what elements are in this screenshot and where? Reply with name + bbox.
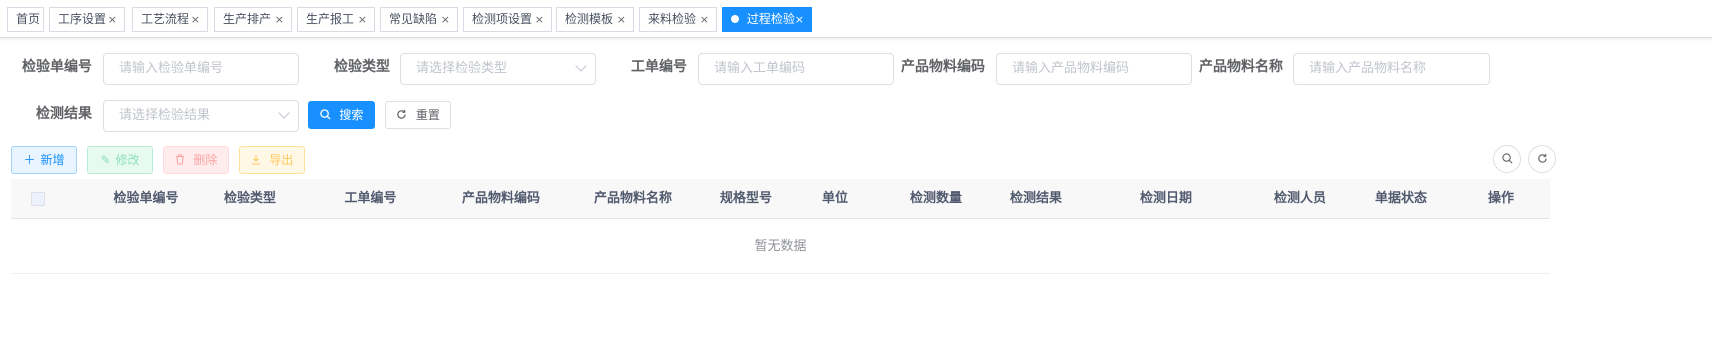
work-order-label: 工单编号 [631, 59, 687, 75]
refresh-button[interactable] [1528, 145, 1556, 173]
close-icon[interactable]: × [108, 8, 117, 31]
add-button[interactable]: ＋ 新增 [11, 146, 77, 174]
add-button-label: 新增 [40, 153, 65, 167]
empty-text: 暂无数据 [754, 239, 807, 254]
result-placeholder: 请选择检验结果 [119, 108, 211, 123]
trash-icon [175, 153, 189, 167]
search-icon [1501, 153, 1512, 164]
tag-label: 过程检验 [746, 12, 795, 26]
tag-routing[interactable]: 工艺流程 × [132, 7, 208, 32]
edit-button-label: 修改 [115, 153, 140, 167]
chevron-down-icon [278, 107, 290, 119]
search-icon [319, 108, 335, 122]
column-header: 单据状态 [1374, 191, 1427, 206]
reset-button-label: 重置 [415, 108, 440, 122]
column-header: 检测结果 [1009, 191, 1062, 206]
column-header: 检验单编号 [113, 191, 179, 206]
column-header: 单位 [821, 191, 848, 206]
chevron-down-icon [575, 60, 587, 72]
close-icon[interactable]: × [191, 8, 200, 31]
column-header: 产品物料编码 [461, 191, 540, 206]
edit-icon: ✎ [100, 153, 111, 167]
work-order-input[interactable]: 请输入工单编码 [698, 53, 894, 85]
column-header: 工单编号 [344, 191, 397, 206]
select-all-checkbox[interactable] [31, 192, 45, 206]
tag-defects[interactable]: 常见缺陷 × [380, 7, 458, 32]
inspection-type-select[interactable]: 请选择检验类型 [400, 53, 596, 85]
refresh-icon [1537, 153, 1547, 163]
tag-iqc[interactable]: 来料检验 × [639, 7, 717, 32]
tag-process-settings[interactable]: 工序设置 × [49, 7, 125, 32]
close-icon[interactable]: × [275, 8, 284, 31]
tag-feedback[interactable]: 生产报工 × [297, 7, 375, 32]
search-button[interactable]: 搜索 [308, 101, 375, 129]
tag-label: 检测项设置 [472, 12, 533, 26]
tag-qc-index[interactable]: 检测项设置 × [463, 7, 552, 32]
material-name-input[interactable]: 请输入产品物料名称 [1293, 53, 1490, 85]
tag-label: 生产排产 [223, 12, 272, 26]
tag-label: 首页 [16, 12, 41, 26]
tag-qc-template[interactable]: 检测模板 × [556, 7, 634, 32]
result-select[interactable]: 请选择检验结果 [103, 100, 299, 132]
column-header: 产品物料名称 [593, 191, 672, 206]
tag-ipqc[interactable]: 过程检验 × [722, 7, 812, 32]
tag-label: 生产报工 [306, 12, 355, 26]
close-icon[interactable]: × [358, 8, 367, 31]
column-header: 检测人员 [1273, 191, 1326, 206]
close-icon[interactable]: × [617, 8, 626, 31]
table-header: 检验单编号 检验类型 工单编号 产品物料编码 产品物料名称 规格型号 单位 检测… [11, 179, 1550, 219]
reset-button[interactable]: 重置 [385, 101, 451, 129]
column-header: 操作 [1487, 191, 1514, 206]
material-name-label: 产品物料名称 [1199, 59, 1283, 75]
search-button-label: 搜索 [339, 108, 364, 122]
tag-label: 常见缺陷 [389, 12, 438, 26]
tags-view: 首页 工序设置 × 工艺流程 × 生产排产 × 生产报工 × 常见缺陷 × 检测… [0, 0, 1712, 38]
tag-label: 来料检验 [648, 12, 697, 26]
inspection-no-input[interactable]: 请输入检验单编号 [103, 53, 299, 85]
material-code-input[interactable]: 请输入产品物料编码 [996, 53, 1192, 85]
export-button[interactable]: 导出 [239, 146, 305, 174]
tag-label: 工序设置 [58, 12, 107, 26]
column-header: 检验类型 [223, 191, 276, 206]
delete-button[interactable]: 删除 [163, 146, 229, 174]
material-code-label: 产品物料编码 [901, 59, 985, 75]
inspection-type-placeholder: 请选择检验类型 [416, 61, 508, 76]
close-icon[interactable]: × [535, 8, 544, 31]
active-dot-icon [731, 15, 739, 23]
inspection-no-label: 检验单编号 [22, 59, 92, 75]
table-body: 暂无数据 [11, 219, 1550, 274]
column-header: 检测日期 [1139, 191, 1192, 206]
toggle-search-button[interactable] [1493, 145, 1521, 173]
column-header: 规格型号 [719, 191, 772, 206]
tag-home[interactable]: 首页 [7, 7, 44, 32]
tag-scheduling[interactable]: 生产排产 × [214, 7, 292, 32]
plus-icon: ＋ [23, 153, 36, 167]
tag-label: 工艺流程 [141, 12, 190, 26]
delete-button-label: 删除 [193, 153, 218, 167]
tag-label: 检测模板 [565, 12, 614, 26]
export-button-label: 导出 [269, 153, 294, 167]
close-icon[interactable]: × [700, 8, 709, 31]
edit-button[interactable]: ✎ 修改 [87, 146, 153, 174]
inspection-type-label: 检验类型 [334, 59, 390, 75]
close-icon[interactable]: × [441, 8, 450, 31]
refresh-icon [396, 108, 411, 122]
result-label: 检测结果 [36, 106, 92, 122]
download-icon [251, 153, 265, 167]
column-header: 检测数量 [909, 191, 962, 206]
close-icon[interactable]: × [795, 8, 804, 31]
